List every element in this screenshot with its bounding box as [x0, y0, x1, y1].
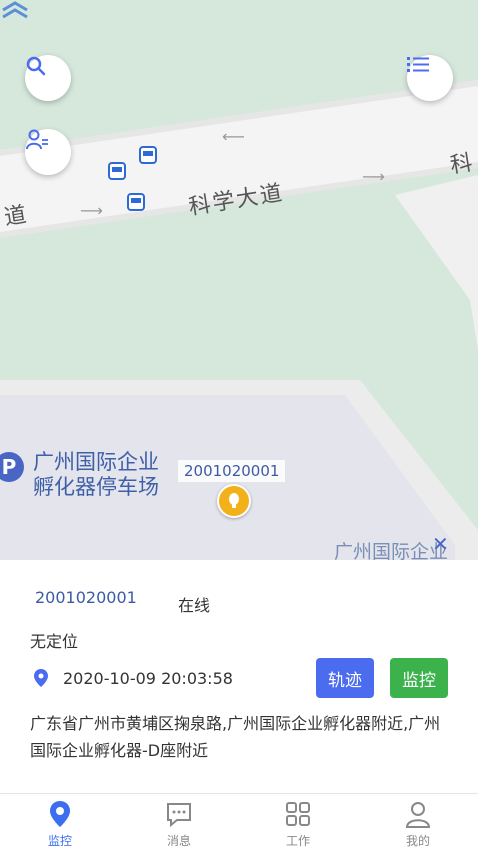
poi-label-line1: 广州国际企业	[33, 450, 159, 474]
bus-stop-icon	[108, 162, 126, 180]
road-label-right: 科	[448, 150, 477, 179]
location-pin-icon	[50, 801, 70, 827]
user-switch-button[interactable]	[25, 129, 71, 175]
device-id[interactable]: 2001020001	[35, 588, 137, 607]
bottom-tab-bar: 监控 消息 工作 我的	[0, 793, 478, 851]
svg-text:⟶: ⟶	[80, 201, 103, 220]
track-button[interactable]: 轨迹	[316, 658, 374, 698]
user-switch-icon	[26, 129, 48, 150]
tab-messages[interactable]: 消息	[139, 794, 219, 851]
grid-icon	[286, 802, 310, 826]
location-state: 无定位	[30, 632, 79, 651]
device-map-label: 2001020001	[178, 460, 286, 482]
poi-label: 广州国际企业 孵化器停车场	[33, 450, 159, 500]
tab-work[interactable]: 工作	[258, 794, 338, 851]
map-view[interactable]: ⟵ ⟶ ⟶ 科学大道 道 科 P 广州国际企业 孵化器停车场 广州国际企业 ✕ …	[0, 0, 478, 560]
tab-label: 工作	[285, 834, 310, 848]
tab-label: 消息	[166, 834, 191, 848]
tab-label: 我的	[405, 834, 430, 848]
tab-mine[interactable]: 我的	[378, 794, 458, 851]
location-pin-icon	[34, 669, 48, 687]
svg-text:⟵: ⟵	[222, 127, 245, 146]
road-label-left: 道	[2, 202, 31, 231]
search-button[interactable]	[25, 55, 71, 101]
tab-monitor[interactable]: 监控	[20, 794, 100, 851]
device-timestamp: 2020-10-09 20:03:58	[63, 669, 233, 688]
device-marker-icon[interactable]	[217, 484, 251, 518]
bus-stop-icon	[139, 146, 157, 164]
search-icon	[26, 56, 46, 76]
message-icon	[167, 803, 191, 828]
user-icon	[405, 802, 431, 828]
list-icon	[407, 57, 429, 72]
poi-label-line2: 孵化器停车场	[33, 475, 159, 499]
tab-label: 监控	[47, 834, 72, 848]
close-icon[interactable]: ✕	[432, 532, 449, 556]
device-status: 在线	[178, 596, 211, 615]
svg-text:⟶: ⟶	[362, 167, 385, 186]
device-address: 广东省广州市黄埔区掬泉路,广州国际企业孵化器附近,广州国际企业孵化器-D座附近	[30, 714, 441, 760]
poi-label-bottom: 广州国际企业	[334, 541, 449, 560]
chevron-up-icon[interactable]	[0, 0, 30, 20]
monitor-button[interactable]: 监控	[390, 658, 448, 698]
bus-stop-icon	[127, 193, 145, 211]
list-button[interactable]	[407, 55, 453, 101]
